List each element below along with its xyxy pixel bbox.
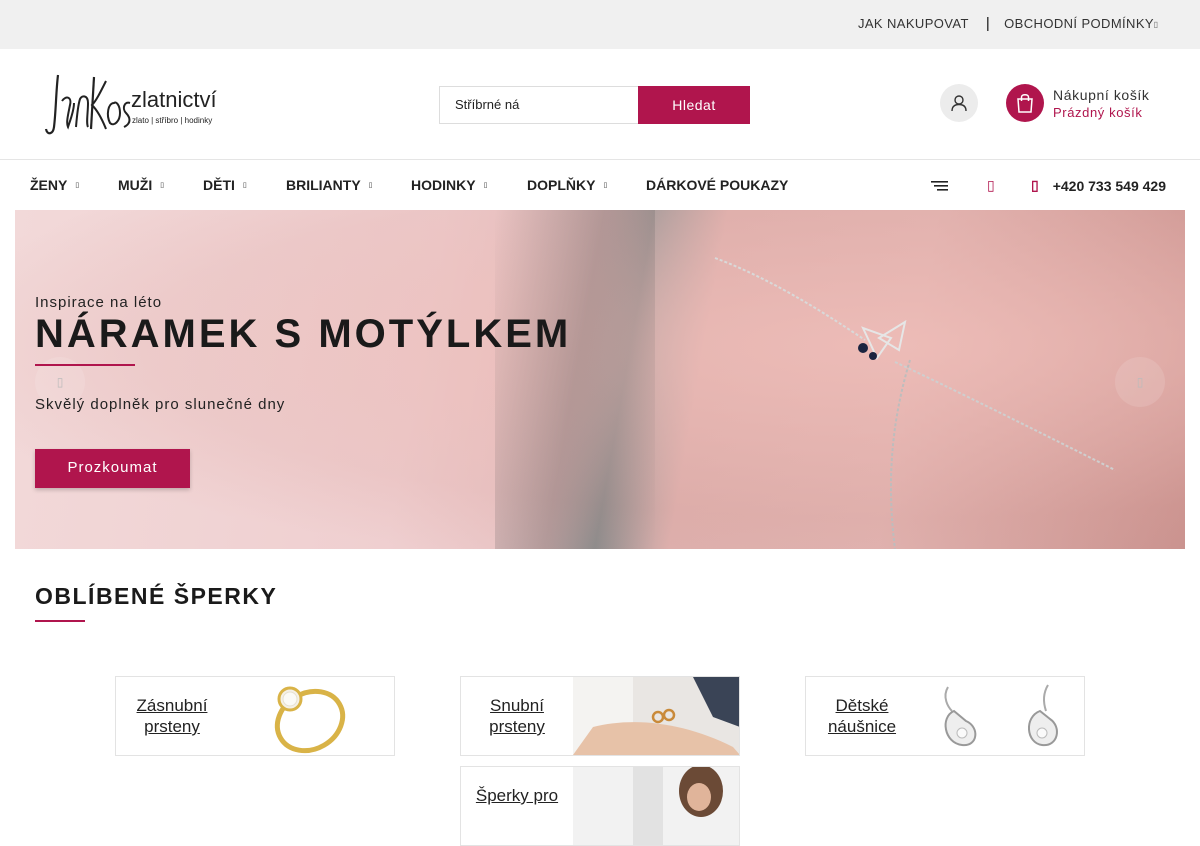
category-card-wedding-rings[interactable]: Snubní prsteny — [460, 676, 740, 756]
nav-item-zeny[interactable]: ŽENY ▯ — [30, 177, 79, 193]
logo-title: zlatnictví — [131, 87, 217, 112]
explore-button[interactable]: Prozkoumat — [35, 449, 190, 488]
chevron-down-icon: ▯ — [603, 182, 608, 189]
user-icon — [951, 95, 967, 112]
kids-earrings-image — [918, 677, 1084, 755]
search-bar: Stříbrné ná Hledat — [439, 86, 750, 124]
nav-item-deti[interactable]: DĚTI ▯ — [203, 177, 247, 193]
more-icon[interactable]: ▯ — [1154, 20, 1158, 29]
section-underline — [35, 620, 85, 622]
hero-kicker: Inspirace na léto — [35, 294, 163, 311]
category-card-engagement-rings[interactable]: Zásnubní prsteny — [115, 676, 395, 756]
bracelet-image — [714, 257, 1116, 549]
shopping-bag-icon — [1017, 94, 1033, 113]
carousel-next-button[interactable]: ▯ — [1115, 357, 1165, 407]
cart-label: Nákupní košík — [1053, 86, 1150, 103]
link-separator: | — [985, 15, 991, 32]
engagement-ring-image — [228, 677, 394, 755]
cart-widget[interactable]: Nákupní košík Prázdný košík — [1006, 84, 1150, 122]
search-button[interactable]: Hledat — [638, 86, 750, 124]
section-title: OBLÍBENÉ ŠPERKY — [35, 583, 278, 609]
logo-tagline: zlato | stříbro | hodinky — [132, 116, 212, 125]
chevron-down-icon: ▯ — [483, 182, 488, 189]
cart-status: Prázdný košík — [1053, 104, 1143, 120]
account-button[interactable] — [940, 84, 978, 122]
logo-mark: zlatnictví zlato | stříbro | hodinky — [44, 74, 217, 135]
search-input[interactable]: Stříbrné ná — [439, 86, 638, 124]
jewelry-model-image — [573, 767, 739, 845]
category-card-jewelry-for[interactable]: Šperky pro — [460, 766, 740, 846]
phone-icon: ▯ — [1031, 177, 1039, 193]
nav-item-label: BRILIANTY — [286, 177, 361, 193]
phone-number: +420 733 549 429 — [1052, 177, 1166, 194]
nav-item-label: HODINKY — [411, 177, 476, 193]
link-how-to-buy[interactable]: JAK NAKUPOVAT — [858, 16, 969, 31]
top-utility-bar: JAK NAKUPOVAT | OBCHODNÍ PODMÍNKY ▯ — [0, 0, 1200, 49]
nav-item-muzi[interactable]: MUŽI ▯ — [118, 177, 164, 193]
nav-item-label: ŽENY — [30, 177, 68, 193]
chevron-down-icon: ▯ — [368, 182, 373, 189]
link-terms[interactable]: OBCHODNÍ PODMÍNKY — [1004, 16, 1154, 31]
category-card-label[interactable]: Šperky pro — [461, 767, 573, 845]
category-card-kids-earrings[interactable]: Dětské náušnice — [805, 676, 1085, 756]
cart-button[interactable] — [1006, 84, 1044, 122]
nav-item-gift-vouchers[interactable]: DÁRKOVÉ POUKAZY — [646, 177, 788, 193]
site-header: zlatnictví zlato | stříbro | hodinky Stř… — [0, 49, 1200, 160]
compare-list-icon[interactable] — [931, 179, 949, 197]
nav-item-doplnky[interactable]: DOPLŇKY ▯ — [527, 177, 607, 193]
nav-item-brilianty[interactable]: BRILIANTY ▯ — [286, 177, 373, 193]
phone-contact[interactable]: ▯ +420 733 549 429 — [1031, 177, 1166, 194]
nav-item-label: DOPLŇKY — [527, 177, 596, 193]
chevron-down-icon: ▯ — [75, 182, 80, 189]
main-nav: ŽENY ▯ MUŽI ▯ DĚTI ▯ BRILIANTY ▯ HODINKY ▯ DO… — [0, 161, 1200, 209]
category-card-label[interactable]: Snubní prsteny — [461, 677, 573, 755]
chevron-down-icon: ▯ — [160, 182, 165, 189]
hero-underline — [35, 364, 135, 366]
category-card-label[interactable]: Dětské náušnice — [806, 677, 918, 755]
chevron-down-icon: ▯ — [242, 182, 247, 189]
utility-links: JAK NAKUPOVAT | OBCHODNÍ PODMÍNKY — [858, 15, 1154, 32]
logo[interactable]: zlatnictví zlato | stříbro | hodinky — [44, 71, 244, 137]
category-card-label[interactable]: Zásnubní prsteny — [116, 677, 228, 755]
hero-title: NÁRAMEK S MOTÝLKEM — [35, 312, 572, 356]
cart-texts: Nákupní košík Prázdný košík — [1053, 87, 1150, 120]
hero-subtitle: Skvělý doplněk pro slunečné dny — [35, 396, 286, 413]
nav-item-label: MUŽI — [118, 177, 153, 193]
wishlist-icon[interactable]: ▯ — [987, 177, 995, 194]
nav-item-label: DĚTI — [203, 177, 235, 193]
hero-banner: ▯ ▯ Inspirace na léto NÁRAMEK S MOTÝLKEM… — [15, 210, 1185, 549]
nav-item-label: DÁRKOVÉ POUKAZY — [646, 177, 789, 193]
wedding-rings-image — [573, 677, 739, 755]
nav-item-hodinky[interactable]: HODINKY ▯ — [411, 177, 487, 193]
